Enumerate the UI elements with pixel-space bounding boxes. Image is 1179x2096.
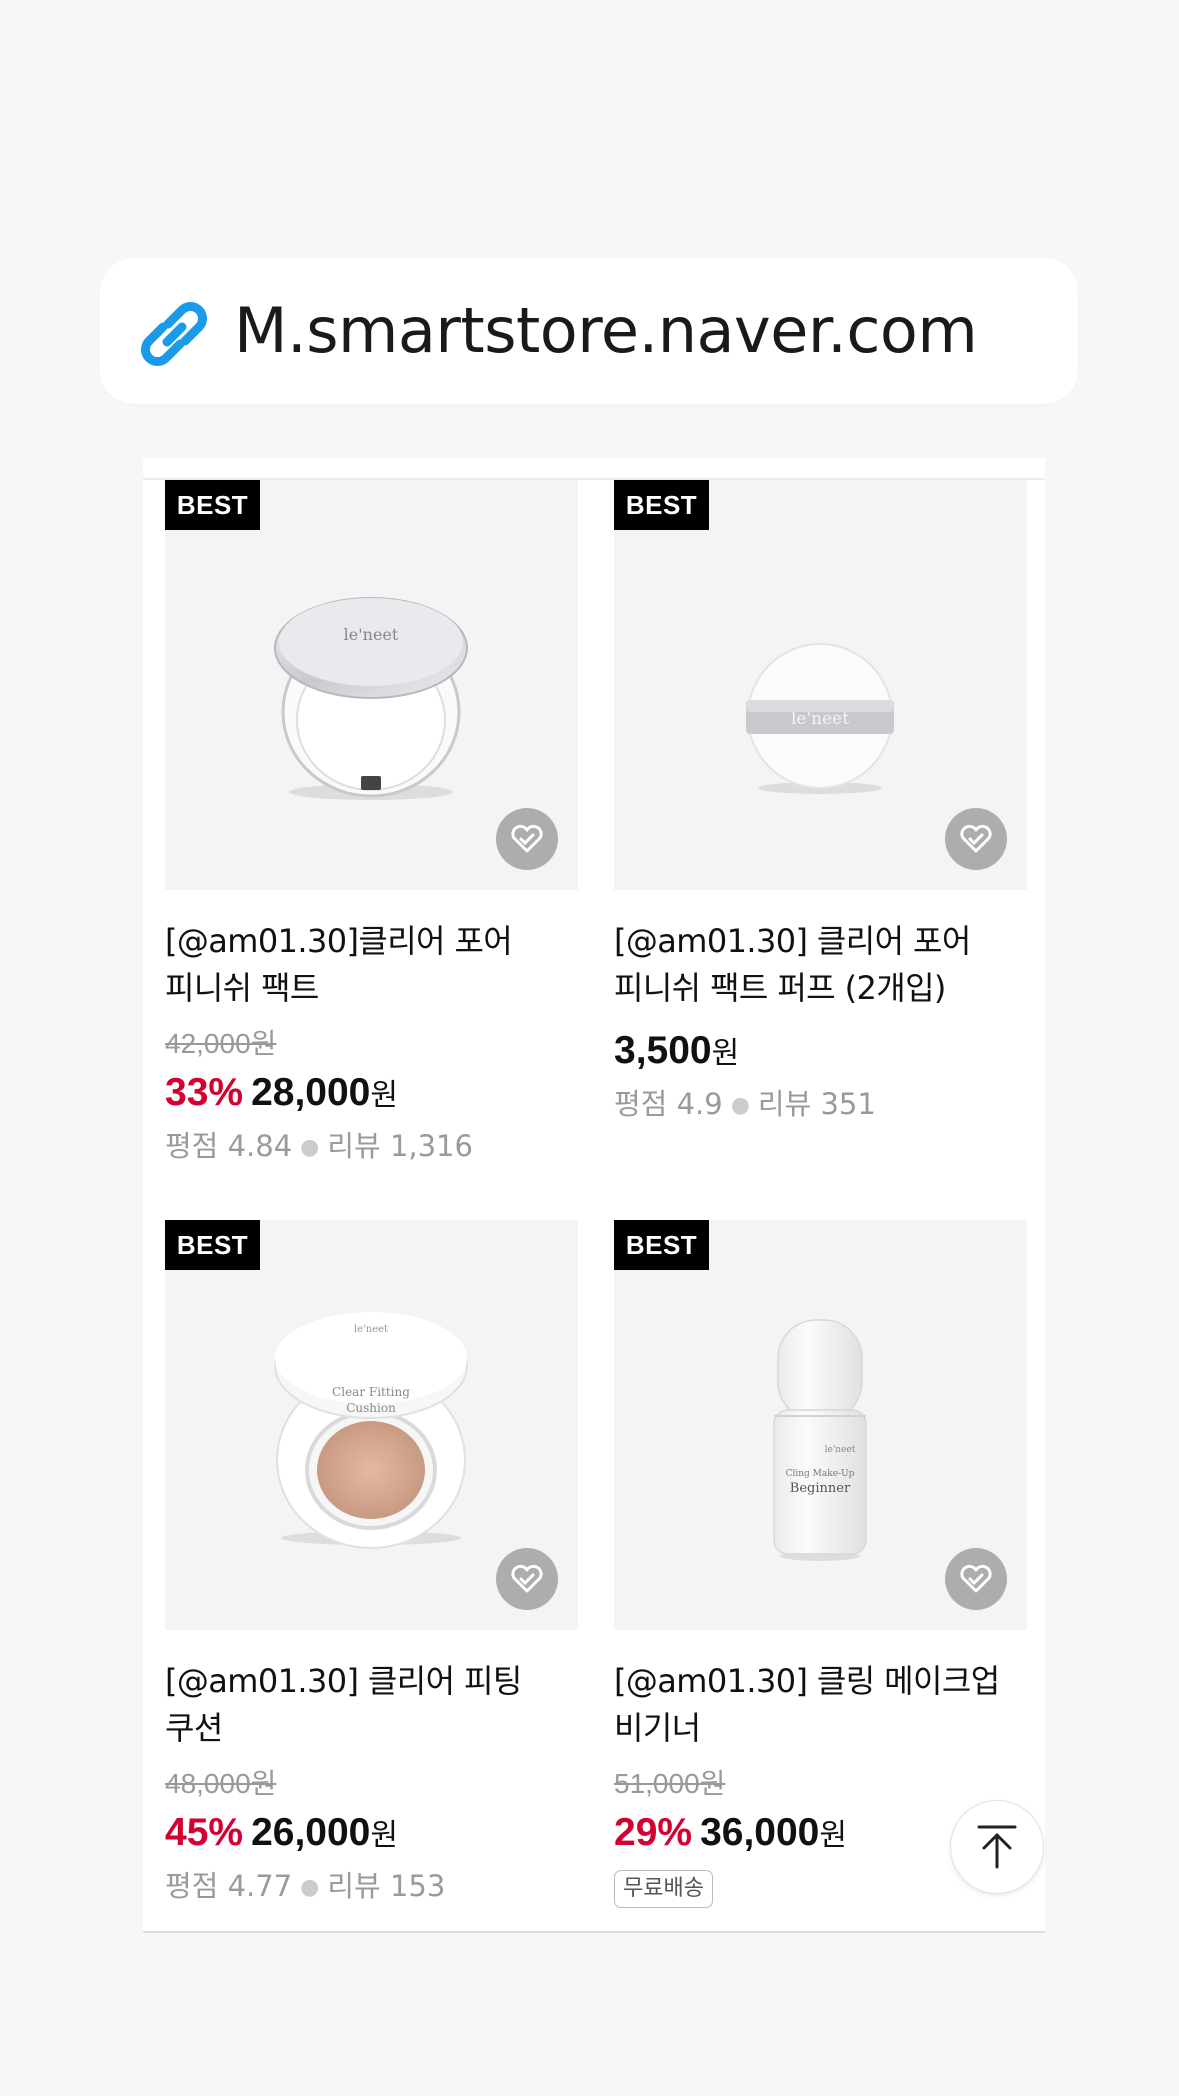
bottle-label-1: Cling Make-Up [786,1469,855,1479]
product-image[interactable]: le'neet Cling Make-Up Beginner BEST [614,1220,1027,1630]
sale-price: 3,500 [614,1029,712,1072]
price-row: 3,500원 [614,1026,1027,1076]
brand-text: le'neet [791,709,849,729]
brand-text: le'neet [344,625,399,644]
rating: 평점 4.84 [165,1129,293,1163]
currency: 원 [711,1036,740,1071]
review-count: 리뷰 351 [757,1087,876,1121]
sale-price: 26,000 [251,1811,371,1854]
original-price: 42,000원 [165,1028,277,1059]
separator-dot: ● [300,1135,320,1160]
product-title[interactable]: [@am01.30] 클링 메이크업 비기너 [614,1658,1027,1752]
brand-text: le'neet [825,1445,856,1455]
currency: 원 [370,1078,398,1113]
product-title[interactable]: [@am01.30]클리어 포어 피니쉬 팩트 [165,918,578,1012]
product-card[interactable]: le'neet Cling Make-Up Beginner BEST [@am… [614,1220,1027,1908]
url-bar[interactable]: M.smartstore.naver.com [100,258,1078,404]
product-grid: le'neet BEST [@am01.30]클리어 포어 피니쉬 팩트 42,… [143,458,1045,1933]
product-title[interactable]: [@am01.30] 클리어 피팅 쿠션 [165,1658,578,1752]
product-image[interactable]: le'neet BEST [614,480,1027,890]
currency: 원 [370,1818,398,1853]
price-row: 45% 26,000원 [165,1808,578,1858]
product-card[interactable]: le'neet BEST [@am01.30]클리어 포어 피니쉬 팩트 42,… [165,480,578,1168]
product-image[interactable]: le'neet BEST [165,480,578,890]
bottle-label-2: Beginner [790,1481,851,1496]
sale-price: 28,000 [251,1071,371,1114]
rating: 평점 4.9 [614,1087,723,1121]
sale-price: 36,000 [700,1811,820,1854]
rating-review: 평점 4.84 ● 리뷰 1,316 [165,1126,578,1168]
product-image[interactable]: le'neet Clear Fitting Cushion BEST [165,1220,578,1630]
currency: 원 [819,1818,847,1853]
wishlist-button[interactable] [496,1548,558,1610]
original-price: 48,000원 [165,1768,277,1799]
heart-check-icon [511,824,543,853]
brand-text: le'neet [354,1324,388,1335]
best-badge: BEST [614,480,709,530]
cushion-label-2: Cushion [346,1401,396,1415]
wishlist-button[interactable] [945,808,1007,870]
arrow-up-to-top-icon [977,1825,1017,1869]
wishlist-button[interactable] [496,808,558,870]
rating-review: 평점 4.77 ● 리뷰 153 [165,1866,578,1908]
heart-check-icon [960,1564,992,1593]
product-card[interactable]: le'neet Clear Fitting Cushion BEST [@am0… [165,1220,578,1908]
heart-check-icon [511,1564,543,1593]
best-badge: BEST [165,1220,260,1270]
review-count: 리뷰 153 [327,1869,446,1903]
free-shipping-tag: 무료배송 [614,1870,713,1908]
best-badge: BEST [165,480,260,530]
original-price: 51,000원 [614,1768,726,1799]
separator-dot: ● [300,1875,320,1900]
review-count: 리뷰 1,316 [327,1129,473,1163]
url-text: M.smartstore.naver.com [234,294,978,367]
discount-rate: 45% [165,1811,244,1854]
discount-rate: 33% [165,1071,244,1114]
product-card[interactable]: le'neet BEST [@am01.30] 클리어 포어 피니쉬 팩트 퍼프… [614,480,1027,1126]
discount-rate: 29% [614,1811,693,1854]
heart-check-icon [960,824,992,853]
best-badge: BEST [614,1220,709,1270]
separator-dot: ● [730,1093,750,1118]
wishlist-button[interactable] [945,1548,1007,1610]
rating: 평점 4.77 [165,1869,293,1903]
price-row: 33% 28,000원 [165,1068,578,1118]
scroll-to-top-button[interactable] [950,1800,1044,1894]
rating-review: 평점 4.9 ● 리뷰 351 [614,1084,1027,1126]
cushion-label-1: Clear Fitting [332,1385,410,1399]
product-title[interactable]: [@am01.30] 클리어 포어 피니쉬 팩트 퍼프 (2개입) [614,918,1027,1012]
link-icon [141,302,207,366]
